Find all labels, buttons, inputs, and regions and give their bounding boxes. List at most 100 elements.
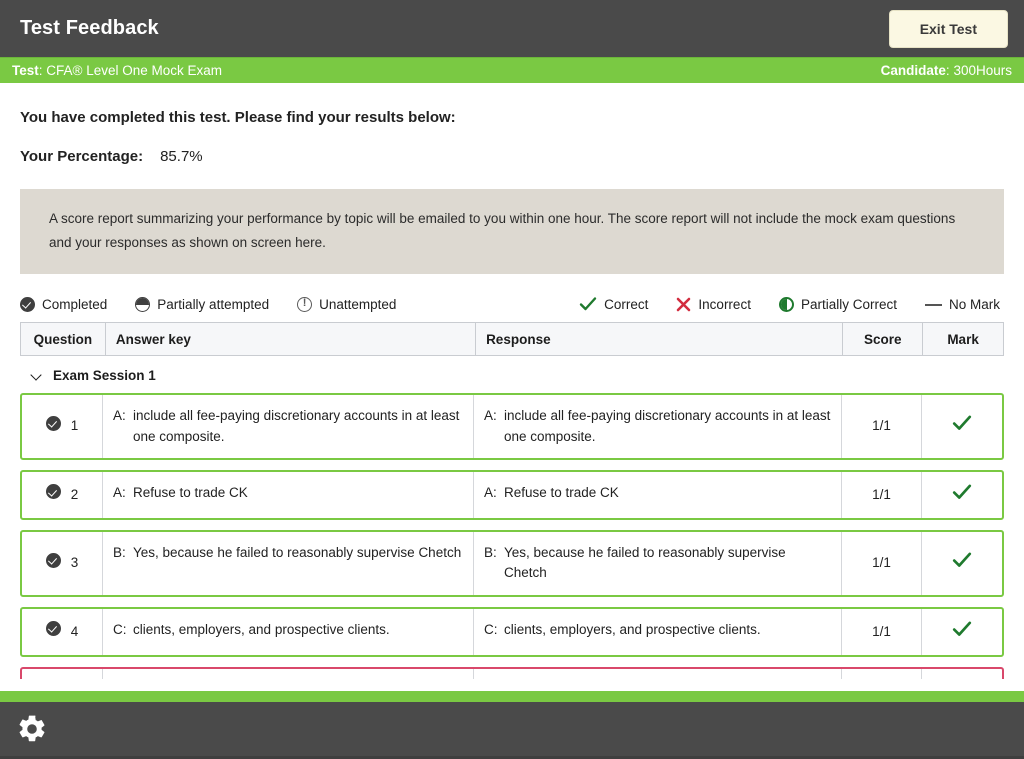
column-header-answer-key: Answer key (106, 323, 476, 355)
candidate-info: Candidate: 300Hours (881, 63, 1012, 78)
row-mark-cell (922, 532, 1002, 595)
table-row[interactable]: 4C:clients, employers, and prospective c… (20, 607, 1004, 657)
session-group-toggle[interactable]: Exam Session 1 (20, 356, 1004, 393)
legend-label-completed: Completed (42, 298, 107, 312)
row-mark-cell (922, 472, 1002, 518)
row-answer-letter: A: (113, 483, 133, 507)
table-row[interactable]: 3B:Yes, because he failed to reasonably … (20, 530, 1004, 597)
row-response-letter: A: (484, 483, 504, 507)
legend-label-partially-attempted: Partially attempted (157, 298, 269, 312)
row-mark-icon (952, 551, 972, 575)
legend-item-partially-correct: Partially Correct (779, 297, 897, 312)
test-label: Test (12, 63, 39, 78)
row-mark-icon (952, 414, 972, 438)
table-row[interactable]: 1A:include all fee-paying discretionary … (20, 393, 1004, 460)
legend-label-no-mark: No Mark (949, 298, 1000, 312)
column-header-mark: Mark (923, 323, 1003, 355)
score-report-notice: A score report summarizing your performa… (20, 189, 1004, 274)
legend-item-partially-attempted: Partially attempted (135, 297, 269, 312)
row-mark-cell (922, 669, 1002, 680)
row-answer-letter: C: (113, 620, 133, 644)
results-table-header: Question Answer key Response Score Mark (20, 322, 1004, 356)
row-response-cell: A:include all fee-paying discretionary a… (474, 395, 842, 458)
row-answer-key-cell: A:include all fee-paying discretionary a… (103, 395, 474, 458)
row-response-letter: A: (484, 406, 504, 447)
row-response-text: Yes, because he failed to reasonably sup… (504, 543, 831, 584)
legend-item-correct: Correct (579, 296, 648, 312)
results-table-scroll-area[interactable]: 1A:include all fee-paying discretionary … (20, 393, 1004, 679)
legend-item-completed: Completed (20, 297, 107, 312)
results-table-body: 1A:include all fee-paying discretionary … (20, 393, 1004, 679)
footer-bar (0, 702, 1024, 759)
chevron-down-icon (32, 370, 44, 382)
row-question-cell: 3 (22, 532, 103, 595)
top-bar: Test Feedback Exit Test (0, 0, 1024, 57)
percentage-value: 85.7% (160, 148, 203, 165)
table-row[interactable]: 2A:Refuse to trade CKA:Refuse to trade C… (20, 470, 1004, 520)
completion-headline: You have completed this test. Please fin… (20, 109, 1004, 126)
row-answer-key-cell: A:Refuse to trade CK (103, 472, 474, 518)
completed-icon (20, 297, 35, 312)
incorrect-cross-icon (676, 297, 691, 312)
row-question-cell: 2 (22, 472, 103, 518)
test-colon: : (39, 63, 43, 78)
row-response-text: include all fee-paying discretionary acc… (504, 406, 831, 447)
legend-label-partially-correct: Partially Correct (801, 298, 897, 312)
unattempted-icon (297, 297, 312, 312)
candidate-colon: : (946, 63, 950, 78)
row-answer-text: include all fee-paying discretionary acc… (133, 406, 463, 447)
no-mark-dash-icon (925, 303, 942, 306)
row-status-icon (46, 553, 61, 574)
table-row[interactable]: 5C:disclose to her supervisor and freque… (20, 667, 1004, 680)
test-info-bar: Test: CFA® Level One Mock Exam Candidate… (0, 57, 1024, 83)
row-mark-cell (922, 395, 1002, 458)
legend: Completed Partially attempted Unattempte… (20, 296, 1004, 322)
row-question-cell: 1 (22, 395, 103, 458)
legend-item-incorrect: Incorrect (676, 297, 751, 312)
row-response-letter: C: (484, 620, 504, 644)
percentage-label: Your Percentage: (20, 148, 143, 165)
session-group-label: Exam Session 1 (53, 368, 156, 383)
candidate-name: 300Hours (953, 63, 1012, 78)
row-answer-letter: B: (113, 543, 133, 584)
row-response-letter: B: (484, 543, 504, 584)
row-response-text: Refuse to trade CK (504, 483, 831, 507)
legend-mark-group: Correct Incorrect Partially Correct No M… (579, 296, 1004, 312)
row-answer-text: Yes, because he failed to reasonably sup… (133, 543, 463, 584)
row-answer-key-cell: B:Yes, because he failed to reasonably s… (103, 532, 474, 595)
column-header-response: Response (476, 323, 843, 355)
percentage-row: Your Percentage: 85.7% (20, 148, 1004, 165)
gear-icon[interactable] (16, 713, 48, 745)
row-answer-key-cell: C:disclose to her supervisor and frequen… (103, 669, 474, 680)
row-question-cell: 5 (22, 669, 103, 680)
row-mark-cell (922, 609, 1002, 655)
content-area: You have completed this test. Please fin… (0, 109, 1024, 679)
legend-label-incorrect: Incorrect (698, 298, 751, 312)
row-question-number: 4 (71, 622, 79, 642)
row-question-cell: 4 (22, 609, 103, 655)
legend-label-correct: Correct (604, 298, 648, 312)
row-answer-key-cell: C:clients, employers, and prospective cl… (103, 609, 474, 655)
row-response-text: clients, employers, and prospective clie… (504, 620, 831, 644)
candidate-label: Candidate (881, 63, 946, 78)
row-question-number: 2 (71, 485, 79, 505)
page-title: Test Feedback (20, 17, 159, 40)
legend-status-group: Completed Partially attempted Unattempte… (20, 297, 424, 312)
exit-test-button[interactable]: Exit Test (889, 10, 1008, 48)
row-status-icon (46, 416, 61, 437)
row-response-cell: A:Refuse to trade CK (474, 472, 842, 518)
partially-attempted-icon (135, 297, 150, 312)
row-response-cell: A:discuss it openly in a social setting … (474, 669, 842, 680)
row-status-icon (46, 621, 61, 642)
row-score-cell: 1/1 (842, 472, 922, 518)
legend-label-unattempted: Unattempted (319, 298, 396, 312)
row-answer-letter: A: (113, 406, 133, 447)
row-response-cell: B:Yes, because he failed to reasonably s… (474, 532, 842, 595)
row-mark-icon (952, 620, 972, 644)
row-response-cell: C:clients, employers, and prospective cl… (474, 609, 842, 655)
partially-correct-icon (779, 297, 794, 312)
row-mark-icon (952, 483, 972, 507)
test-name: CFA® Level One Mock Exam (46, 63, 222, 78)
row-score-cell: 1/1 (842, 609, 922, 655)
row-answer-text: Refuse to trade CK (133, 483, 463, 507)
